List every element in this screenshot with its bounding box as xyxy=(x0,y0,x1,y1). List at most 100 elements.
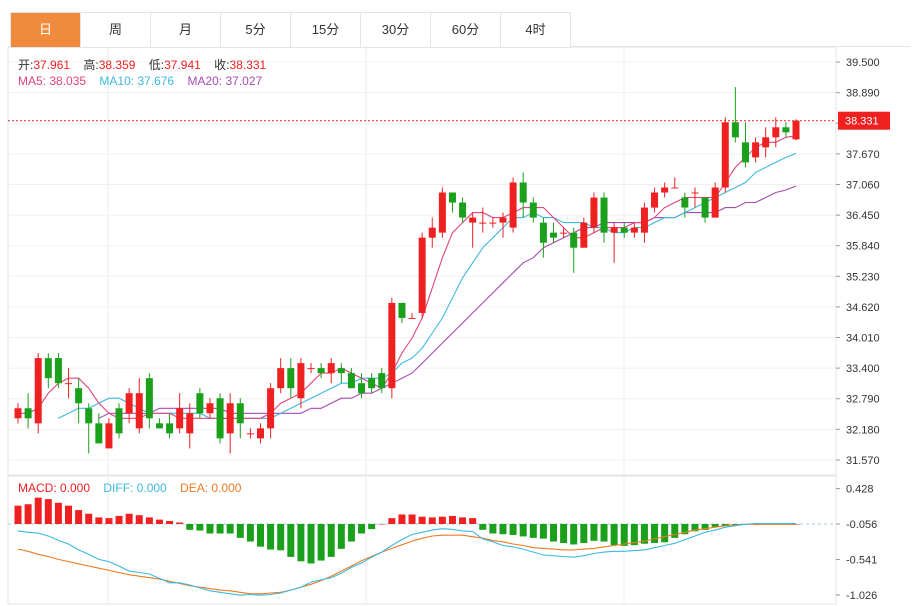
candle-body xyxy=(155,423,163,429)
candle-body xyxy=(731,122,739,138)
ma20-line xyxy=(98,185,797,419)
candle-body xyxy=(317,368,325,374)
candle-body xyxy=(14,408,22,419)
candle-body xyxy=(307,368,315,370)
candle-body xyxy=(105,423,113,449)
macd-histogram-bar xyxy=(651,523,659,543)
candle-body xyxy=(539,222,547,243)
candle-body xyxy=(337,368,345,374)
candle-body xyxy=(246,433,254,435)
candle-body xyxy=(236,403,244,424)
macd-histogram-bar xyxy=(529,523,537,538)
tab-4h[interactable]: 4时 xyxy=(501,13,571,47)
close-value: 收:38.331 xyxy=(214,58,267,72)
macd-histogram-bar xyxy=(307,523,315,564)
dea-legend-value: DEA: 0.000 xyxy=(180,481,242,495)
macd-histogram-bar xyxy=(570,523,578,545)
candle-body xyxy=(65,383,73,385)
macd-histogram-bar xyxy=(469,518,477,524)
macd-histogram-bar xyxy=(216,523,224,534)
ma-legend: MA5: 38.035 MA10: 37.676 MA20: 37.027 xyxy=(18,74,272,88)
candle-body xyxy=(550,232,558,238)
tab-5min[interactable]: 5分 xyxy=(221,13,291,47)
candle-body xyxy=(186,413,194,434)
macd-legend: MACD: 0.000 DIFF: 0.000 DEA: 0.000 xyxy=(18,481,251,495)
candle-body xyxy=(752,142,760,158)
candle-body xyxy=(529,202,537,218)
macd-tick-label: -1.026 xyxy=(846,590,877,602)
price-tick-label: 36.450 xyxy=(846,210,880,222)
macd-panel-frame xyxy=(7,475,837,605)
candle-body xyxy=(479,222,487,224)
macd-histogram-bar xyxy=(479,523,487,530)
ma10-legend: MA10: 37.676 xyxy=(99,74,175,88)
macd-histogram-bar xyxy=(550,523,558,542)
macd-histogram-bar xyxy=(671,523,679,538)
macd-histogram-bar xyxy=(327,523,335,557)
tab-month[interactable]: 月 xyxy=(151,13,221,47)
tab-60min[interactable]: 60分 xyxy=(431,13,501,47)
candle-body xyxy=(44,358,52,379)
macd-tick-label: 0.428 xyxy=(846,484,874,496)
macd-histogram-bar xyxy=(206,523,214,534)
tab-day[interactable]: 日 xyxy=(11,13,81,47)
candle-body xyxy=(600,197,608,233)
candle-body xyxy=(519,182,527,203)
tab-15min[interactable]: 15分 xyxy=(291,13,361,47)
macd-histogram-bar xyxy=(347,523,355,542)
macd-histogram-bar xyxy=(418,516,426,524)
macd-histogram-bar xyxy=(34,497,42,524)
dea-line xyxy=(17,523,796,595)
macd-histogram-bar xyxy=(408,514,416,524)
macd-histogram-bar xyxy=(14,505,22,524)
candle-body xyxy=(590,197,598,228)
tab-30min[interactable]: 30分 xyxy=(361,13,431,47)
price-tick-label: 39.500 xyxy=(846,57,880,69)
macd-histogram-bar xyxy=(155,519,163,524)
macd-histogram-bar xyxy=(438,516,446,524)
candle-body xyxy=(792,120,800,140)
open-value: 开:37.961 xyxy=(18,58,71,72)
candle-body xyxy=(570,232,578,248)
macd-histogram-bar xyxy=(610,523,618,546)
candle-body xyxy=(176,408,184,429)
price-tick-label: 34.010 xyxy=(846,333,880,345)
macd-histogram-bar xyxy=(277,523,285,551)
macd-histogram-bar xyxy=(166,521,174,524)
candle-body xyxy=(560,232,568,234)
candle-body xyxy=(115,408,123,434)
macd-histogram-bar xyxy=(115,515,123,524)
tab-week[interactable]: 周 xyxy=(81,13,151,47)
candle-body xyxy=(620,227,628,233)
candle-body xyxy=(671,187,679,189)
candle-body xyxy=(327,363,335,374)
candle-body xyxy=(358,383,366,394)
candle-body xyxy=(438,192,446,233)
candle-body xyxy=(277,368,285,389)
macd-histogram-bar xyxy=(85,513,93,524)
candle-body xyxy=(741,142,749,163)
macd-histogram-bar xyxy=(186,523,194,530)
ma20-legend: MA20: 37.027 xyxy=(187,74,263,88)
candle-body xyxy=(640,207,648,233)
ohlc-legend: 开:37.961 高:38.359 低:37.941 收:38.331 xyxy=(18,56,276,73)
macd-histogram-bar xyxy=(95,517,103,524)
candle-body xyxy=(206,403,214,414)
price-tick-label: 35.230 xyxy=(846,271,880,283)
candle-body xyxy=(398,302,406,318)
candle-body xyxy=(287,368,295,389)
chart-canvas: 39.50038.89038.28037.67037.06036.45035.8… xyxy=(7,46,890,605)
period-tabs: 日 周 月 5分 15分 30分 60分 4时 xyxy=(10,12,571,48)
candle-body xyxy=(95,423,103,444)
candle-body xyxy=(166,423,174,434)
macd-histogram-bar xyxy=(125,513,133,524)
candle-body xyxy=(661,187,669,193)
macd-histogram-bar xyxy=(287,523,295,557)
price-tick-label: 37.670 xyxy=(846,149,880,161)
candle-body xyxy=(630,227,638,233)
candle-body xyxy=(408,317,416,319)
candle-body xyxy=(347,373,355,389)
candle-body xyxy=(701,197,709,218)
macd-histogram-bar xyxy=(226,523,234,534)
candle-body xyxy=(691,192,699,194)
